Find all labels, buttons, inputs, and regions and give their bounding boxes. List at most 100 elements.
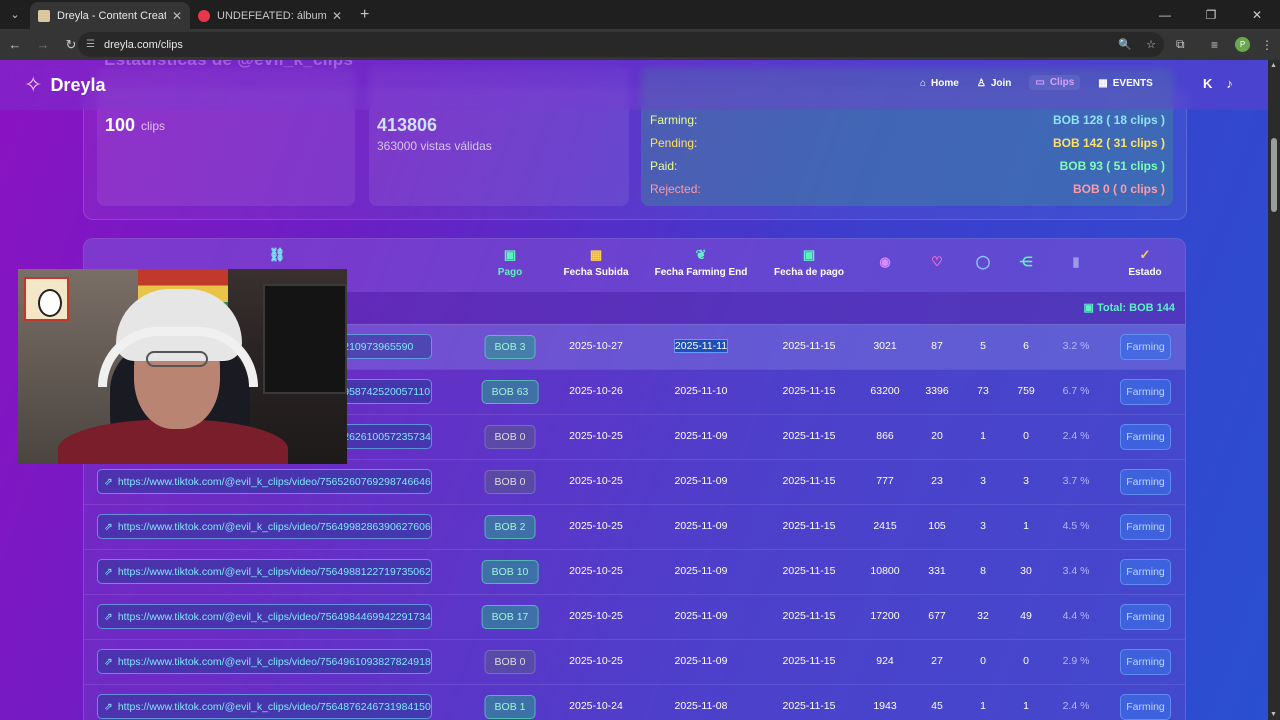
back-button[interactable]: ← — [2, 37, 28, 52]
col-shares: ⋲ — [1020, 247, 1033, 274]
comments-count: 3 — [980, 520, 986, 532]
bookmark-star-icon[interactable]: ☆ — [1146, 38, 1156, 51]
external-link-icon: ⇗ — [104, 475, 113, 488]
new-tab-button[interactable]: + — [360, 6, 369, 24]
clip-link[interactable]: ⇗ https://www.tiktok.com/@evil_k_clips/vi… — [97, 559, 432, 584]
forward-button[interactable]: → — [30, 37, 56, 52]
payment-row-farming: Farming: BOB 128 ( 18 clips ) — [650, 113, 1165, 127]
estado-badge[interactable]: Farming — [1120, 469, 1171, 495]
url-field[interactable]: ☰ dreyla.com/clips 🔍 ☆ — [78, 32, 1164, 57]
site-info-icon[interactable]: ☰ — [86, 39, 95, 50]
clip-link[interactable]: ⇗ https://www.tiktok.com/@evil_k_clips/vi… — [97, 694, 432, 719]
browser-menu-icon[interactable]: ⋮ — [1261, 29, 1273, 60]
payment-row-paid: Paid: BOB 93 ( 51 clips ) — [650, 159, 1165, 173]
reading-list-icon[interactable]: ≡ — [1211, 29, 1218, 60]
address-bar-row: ← → ↻ ☰ dreyla.com/clips 🔍 ☆ ⧉ ≡ P ⋮ — [0, 29, 1280, 60]
social-links: K ♪ — [1203, 76, 1233, 91]
brand-logo[interactable]: ✧ Dreyla — [24, 72, 105, 98]
browser-tab-xg[interactable]: UNDEFEATED: álbum de XG ✕ — [190, 2, 350, 29]
extensions-icon[interactable]: ⧉ — [1176, 29, 1185, 60]
scroll-thumb[interactable] — [1271, 138, 1277, 212]
views-count: 866 — [876, 430, 894, 442]
fecha-pago: 2025-11-15 — [782, 340, 836, 352]
minimize-button[interactable]: — — [1142, 8, 1188, 22]
calendar-icon: ▦ — [1098, 78, 1108, 89]
estado-badge[interactable]: Farming — [1120, 424, 1171, 450]
user-icon: ♙ — [976, 78, 986, 89]
likes-count: 27 — [931, 655, 943, 667]
pago-badge: BOB 63 — [481, 380, 539, 404]
zoom-icon[interactable]: 🔍 — [1118, 38, 1132, 51]
nav-home[interactable]: ⌂ Home — [920, 77, 959, 90]
page-scrollbar[interactable]: ▲ ▼ — [1268, 60, 1280, 720]
clip-url: https://www.tiktok.com/@evil_k_clips/vid… — [117, 565, 431, 578]
table-row: ⇗ https://www.tiktok.com/@evil_k_clips/vi… — [84, 504, 1185, 549]
fecha-farming-end: 2025-11-09 — [674, 610, 728, 622]
home-icon: ⌂ — [920, 78, 927, 89]
scroll-up-icon[interactable]: ▲ — [1270, 62, 1277, 69]
scroll-down-icon[interactable]: ▼ — [1270, 711, 1277, 718]
external-link-icon: ⇗ — [104, 610, 113, 623]
pago-badge: BOB 0 — [484, 470, 536, 494]
estado-badge[interactable]: Farming — [1120, 379, 1171, 405]
comments-count: 3 — [980, 475, 986, 487]
comments-count: 1 — [980, 430, 986, 442]
payment-label: Farming: — [650, 113, 698, 127]
fecha-subida: 2025-10-25 — [569, 475, 623, 487]
comments-count: 32 — [977, 610, 989, 622]
fecha-subida: 2025-10-25 — [569, 430, 623, 442]
table-row: ⇗ https://www.tiktok.com/@evil_k_clips/vi… — [84, 594, 1185, 639]
estado-badge[interactable]: Farming — [1120, 559, 1171, 585]
engagement-rate: 2.4 % — [1062, 700, 1090, 712]
col-fecha-pago: ▣ Fecha de pago — [774, 247, 844, 278]
tab-search-button[interactable]: ⌄ — [4, 3, 26, 25]
restore-button[interactable]: ❐ — [1188, 8, 1234, 22]
estado-badge[interactable]: Farming — [1120, 334, 1171, 360]
views-count: 413806 — [377, 115, 438, 135]
total-amount: ▣ Total: BOB 144 — [1084, 301, 1175, 314]
valid-views: 363000 vistas válidas — [377, 139, 492, 153]
pago-badge: BOB 0 — [484, 425, 536, 449]
col-link: ⛓ — [269, 247, 286, 267]
browser-tab-dreyla[interactable]: Dreyla - Content Creator & Stre ✕ — [30, 2, 190, 29]
comment-icon: ◯ — [975, 254, 991, 269]
close-window-button[interactable]: ✕ — [1234, 8, 1280, 22]
likes-count: 3396 — [925, 385, 949, 397]
pago-badge: BOB 10 — [481, 560, 539, 584]
estado-badge[interactable]: Farming — [1120, 514, 1171, 540]
nav-events[interactable]: ▦ EVENTS — [1098, 77, 1152, 90]
shares-count: 30 — [1020, 565, 1032, 577]
kick-icon[interactable]: K — [1203, 76, 1212, 91]
brand-name: Dreyla — [50, 74, 106, 95]
nav-label: Home — [931, 78, 959, 89]
clip-link[interactable]: ⇗ https://www.tiktok.com/@evil_k_clips/vi… — [97, 514, 432, 539]
payment-label: Pending: — [650, 136, 698, 150]
shares-count: 3 — [1023, 475, 1029, 487]
clip-link[interactable]: ⇗ https://www.tiktok.com/@evil_k_clips/vi… — [97, 469, 432, 494]
nav-join[interactable]: ♙ Join — [977, 77, 1012, 90]
fecha-farming-end: 2025-11-09 — [674, 655, 728, 667]
clip-link[interactable]: ⇗ https://www.tiktok.com/@evil_k_clips/vi… — [97, 604, 432, 629]
profile-avatar[interactable]: P — [1235, 37, 1250, 52]
window-controls: — ❐ ✕ — [1142, 0, 1280, 29]
close-tab-icon[interactable]: ✕ — [332, 9, 342, 23]
estado-badge[interactable]: Farming — [1120, 694, 1171, 720]
views-count: 63200 — [870, 385, 900, 397]
payment-value: BOB 0 ( 0 clips ) — [1072, 182, 1165, 196]
engagement-rate: 4.5 % — [1062, 520, 1090, 532]
nav-clips[interactable]: ▭ Clips — [1029, 75, 1081, 90]
close-tab-icon[interactable]: ✕ — [172, 9, 182, 23]
comments-count: 73 — [977, 385, 989, 397]
engagement-rate: 4.4 % — [1062, 610, 1090, 622]
engagement-rate: 2.9 % — [1062, 655, 1090, 667]
estado-badge[interactable]: Farming — [1120, 604, 1171, 630]
tiktok-icon[interactable]: ♪ — [1226, 76, 1233, 91]
clip-link[interactable]: ⇗ https://www.tiktok.com/@evil_k_clips/vi… — [97, 649, 432, 674]
wallet-icon: ▣ — [503, 247, 517, 262]
col-views: ◉ — [879, 247, 890, 274]
main-menu: ⌂ Home ♙ Join ▭ Clips ▦ EVENTS — [920, 75, 1153, 90]
estado-badge[interactable]: Farming — [1120, 649, 1171, 675]
col-likes: ♡ — [931, 247, 943, 274]
col-engagement: ▮ — [1072, 247, 1079, 274]
pago-badge: BOB 3 — [484, 335, 536, 359]
